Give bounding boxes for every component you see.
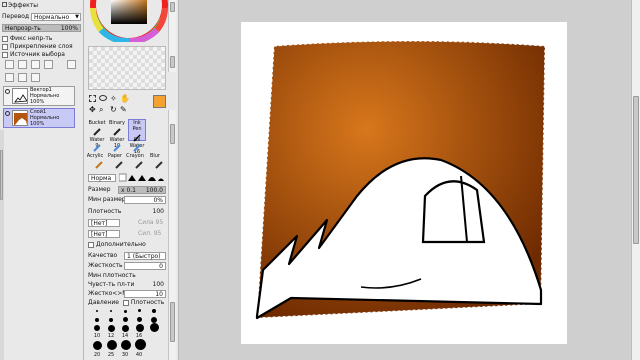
brush-dot[interactable] [137,317,142,322]
layer-opacity: 100% [30,99,45,105]
brush-dot[interactable] [138,309,141,312]
check-preserve-opacity[interactable]: Фикс непр-ть [2,35,52,43]
brush-icons [93,128,163,169]
current-color-swatch[interactable] [153,95,166,108]
quality-label: Качество [88,252,118,259]
density-slider[interactable]: 100 [124,208,166,216]
brush-size-presets[interactable]: 10 12 14 16 20 25 30 40 [90,308,168,360]
blend-mode-select[interactable]: Нормально ▼ [31,13,81,21]
canvas-scrollbar[interactable] [631,0,640,360]
canvas-area[interactable] [179,0,631,360]
blending-strength: Сил. 95 [138,230,162,237]
scroll-thumb[interactable] [170,302,175,342]
marquee-icon[interactable] [89,95,96,102]
layer-thumbnail [12,110,28,126]
swatch-palette[interactable] [88,46,166,90]
blend-mode-label: Перевод [2,13,30,20]
window-shape [421,180,486,244]
brush-dot[interactable] [122,325,129,332]
new-folder-icon[interactable] [31,60,40,69]
layer-thumbnail [12,88,28,104]
brush-dot[interactable] [152,309,156,313]
brush-dot[interactable] [96,310,98,312]
blending-select[interactable]: [Нет] [88,230,120,238]
checkbox[interactable] [2,35,8,42]
brush-dot[interactable] [93,341,102,350]
brush-mode-select[interactable]: Норма [88,174,116,182]
brush-dot[interactable] [95,318,99,322]
layer-panel: Эффекты Перевод Нормально ▼ Непрозр-ть 1… [0,0,84,360]
texture-strength: Сила 95 [138,219,164,226]
checkbox[interactable] [122,299,129,306]
canvas[interactable] [179,0,631,360]
magic-wand-icon[interactable]: ✧ [110,95,117,103]
copy-layer-icon[interactable] [44,60,53,69]
zoom-icon[interactable]: ⌕ [99,106,103,114]
scroll-thumb[interactable] [633,96,639,244]
select-tools: ✧ ✋ ✥ ⌕ ↻ ✎ [89,95,144,117]
scroll-thumb[interactable] [170,56,175,68]
eye-icon[interactable] [5,89,10,94]
sensitivity-slider[interactable]: 100 [124,281,166,289]
brush-dot[interactable] [94,325,100,331]
checkbox[interactable] [2,43,8,50]
min-size-slider[interactable]: 0% [124,196,166,204]
brush-dot[interactable] [123,317,128,322]
brush-dot[interactable] [135,339,146,350]
hardness-label: Жесткость [88,262,123,269]
scroll-thumb[interactable] [170,2,175,12]
delete-layer-icon[interactable] [67,60,76,69]
brush-dot[interactable] [107,340,117,350]
effects-header[interactable]: Эффекты [2,2,38,10]
quality-select[interactable]: 1 (Быстро) [124,252,166,260]
layer-opacity: 100% [30,121,45,127]
size-label: Размер [88,186,111,193]
brush-dot[interactable] [109,318,113,322]
check-clip-layer[interactable]: Прикрепление слоя [2,43,73,51]
brush-shape-icons[interactable] [119,173,164,183]
tool-panel: ✧ ✋ ✥ ⌕ ↻ ✎ Bucket Binary Ink Pen Water 9… [84,0,179,360]
chevron-down-icon: ▼ [75,14,79,20]
hardsoft-slider[interactable]: 10 [124,290,166,298]
brush-dot[interactable] [136,324,144,332]
layer-item-vector1[interactable]: Вектор1 Нормально 100% [3,86,75,106]
rotate-icon[interactable]: ↻ [110,106,117,114]
tools-scrollbar[interactable] [168,110,176,175]
brush-settings-scrollbar[interactable] [168,172,176,360]
min-density-label: Мин плотность [88,272,136,279]
palette-scrollbar[interactable] [168,0,176,72]
left-edge-scrollbar[interactable] [0,130,4,360]
brush-dot[interactable] [110,310,112,312]
min-size-label: Мин размер [88,196,126,203]
checkbox[interactable] [88,241,94,248]
size-slider[interactable]: x 0.1 100.0 [118,186,166,194]
eyedropper-icon[interactable]: ✎ [120,106,127,114]
collapse-icon[interactable] [2,2,7,7]
new-vector-layer-icon[interactable] [18,60,27,69]
density-label: Плотность [88,208,122,215]
checkbox[interactable] [2,51,8,58]
merge-down-icon[interactable] [5,73,14,82]
check-selection-source[interactable]: Источник выбора [2,51,65,59]
clear-layer-icon[interactable] [18,73,27,82]
brush-dot[interactable] [150,323,159,332]
scroll-thumb[interactable] [170,124,175,144]
layer-item-layer1[interactable]: Слой1 Нормально 100% [3,108,75,128]
advanced-header[interactable]: Дополнительно [88,241,146,249]
brush-dot[interactable] [121,340,131,350]
lasso-icon[interactable] [99,95,107,101]
move-icon[interactable]: ✥ [89,106,96,114]
eye-icon[interactable] [5,111,10,116]
new-layer-icon[interactable] [5,60,14,69]
hardness-slider[interactable]: 0 [124,262,166,270]
layer-options-icon[interactable] [31,73,40,82]
brush-dot[interactable] [124,310,127,313]
pressure-row: Давление Плотность ✓ [88,299,176,307]
scroll-thumb[interactable] [0,150,3,200]
brush-dot[interactable] [108,325,115,332]
hand-icon[interactable]: ✋ [120,95,130,103]
color-wheel[interactable] [89,0,169,42]
opacity-slider[interactable]: Непрозр-ть 100% [2,24,81,32]
texture-select[interactable]: [Нет] [88,219,120,227]
